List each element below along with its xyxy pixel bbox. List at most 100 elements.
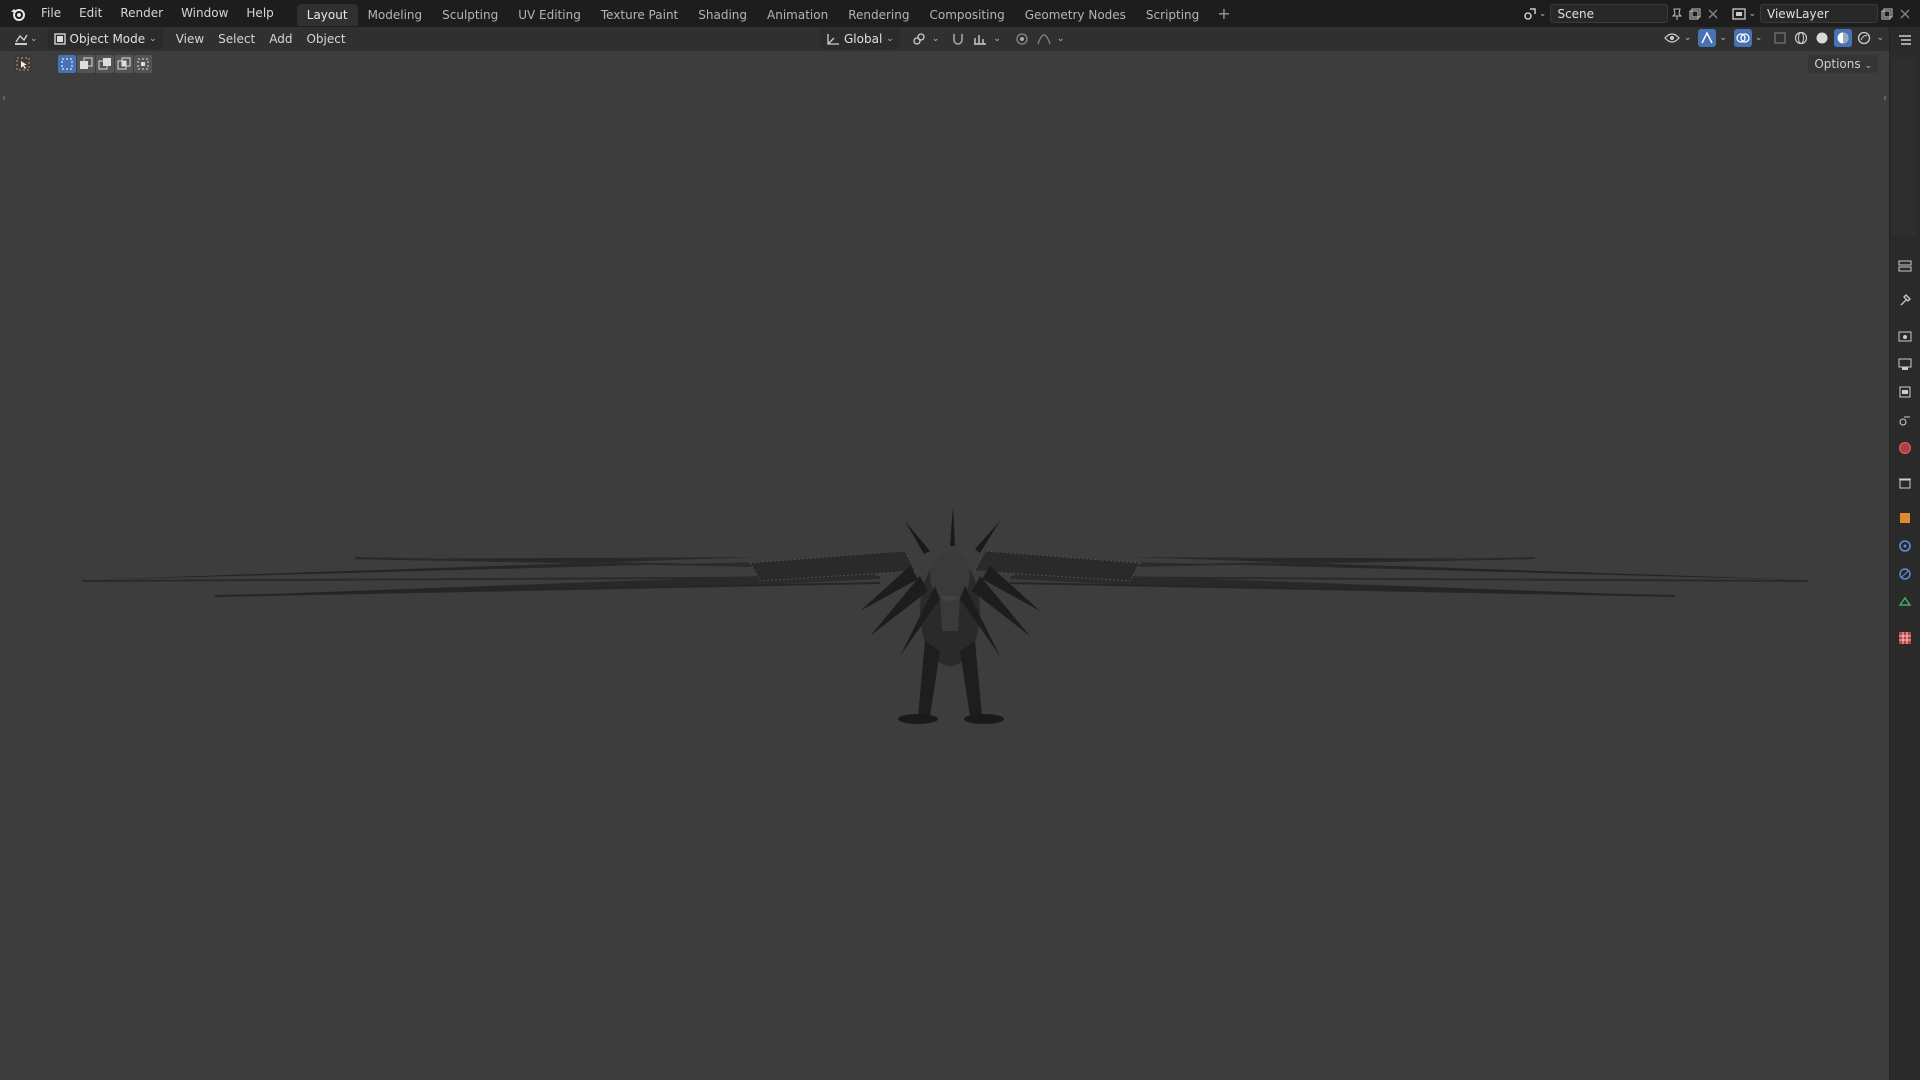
tab-texture-paint[interactable]: Texture Paint: [591, 4, 688, 26]
solid-shading-icon[interactable]: [1813, 29, 1831, 47]
snap-chevron-icon[interactable]: ⌄: [993, 34, 1001, 44]
physics-icon[interactable]: [1896, 565, 1914, 583]
view-layer-name-field[interactable]: ViewLayer: [1760, 4, 1878, 23]
overlays-toggle-icon[interactable]: [1733, 29, 1752, 47]
menu-render[interactable]: Render: [111, 0, 172, 27]
editor-type-chevron-icon[interactable]: ⌄: [30, 34, 38, 44]
rendered-shading-icon[interactable]: [1855, 29, 1873, 47]
menu-file[interactable]: File: [32, 0, 70, 27]
orientation-chevron-icon: ⌄: [886, 34, 894, 44]
gizmo-chevron-icon[interactable]: ⌄: [1719, 33, 1727, 43]
scrollbar[interactable]: [1892, 57, 1916, 237]
visibility-icon[interactable]: [1663, 29, 1681, 47]
render-icon[interactable]: [1896, 327, 1914, 345]
tab-uv-editing[interactable]: UV Editing: [508, 4, 591, 26]
options-chevron-icon: ⌄: [1864, 61, 1872, 71]
constraints-icon[interactable]: [1896, 593, 1914, 611]
orientation-dropdown[interactable]: Global ⌄: [820, 29, 900, 49]
select-mode-intersect-icon[interactable]: [134, 55, 152, 73]
view-layer-selector-icon[interactable]: [1730, 5, 1748, 23]
orientation-label: Global: [844, 32, 883, 46]
select-mode-extend-icon[interactable]: [77, 55, 95, 73]
tool-icon[interactable]: [1896, 291, 1914, 309]
collection-icon[interactable]: [1896, 474, 1914, 492]
wireframe-shading-icon[interactable]: [1792, 29, 1810, 47]
mode-chevron-icon: ⌄: [149, 34, 157, 44]
proportional-edit-icon[interactable]: [1013, 30, 1031, 48]
options-label: Options: [1814, 57, 1861, 71]
snap-icon[interactable]: [949, 30, 967, 48]
texture-icon[interactable]: [1896, 629, 1914, 647]
select-mode-new-icon[interactable]: [58, 55, 76, 73]
select-mode-subtract-icon[interactable]: [96, 55, 114, 73]
scene-selector-icon[interactable]: [1521, 5, 1539, 23]
mode-label: Object Mode: [69, 32, 146, 46]
tab-modeling[interactable]: Modeling: [358, 4, 433, 26]
new-scene-icon[interactable]: [1686, 5, 1704, 23]
scene-name: Scene: [1557, 7, 1595, 21]
gizmo-toggle-icon[interactable]: [1698, 29, 1717, 47]
overlays-chevron-icon[interactable]: ⌄: [1755, 33, 1763, 43]
menu-object[interactable]: Object: [299, 29, 352, 49]
tab-rendering[interactable]: Rendering: [838, 4, 919, 26]
3d-viewport[interactable]: [0, 51, 1890, 1080]
shading-chevron-icon[interactable]: ⌄: [1876, 33, 1884, 43]
menu-window[interactable]: Window: [172, 0, 237, 27]
outliner-editor-icon[interactable]: [1896, 31, 1914, 49]
pin-icon[interactable]: [1668, 5, 1686, 23]
viewport-header: ⌄ Object Mode ⌄ View Select Add Object G…: [0, 27, 1890, 51]
transform-controls: Global ⌄ ⌄ ⌄ ⌄: [820, 29, 1064, 49]
view-layer-name: ViewLayer: [1767, 7, 1829, 21]
menu-edit[interactable]: Edit: [70, 0, 111, 27]
falloff-chevron-icon[interactable]: ⌄: [1057, 34, 1065, 44]
menu-help[interactable]: Help: [237, 0, 282, 27]
tab-geometry-nodes[interactable]: Geometry Nodes: [1015, 4, 1136, 26]
select-mode-invert-icon[interactable]: [115, 55, 133, 73]
delete-view-layer-icon[interactable]: [1896, 5, 1914, 23]
menu-select[interactable]: Select: [211, 29, 262, 49]
visibility-chevron-icon[interactable]: ⌄: [1684, 33, 1692, 43]
menu-view[interactable]: View: [169, 29, 211, 49]
new-view-layer-icon[interactable]: [1878, 5, 1896, 23]
scene-chevron-icon[interactable]: ⌄: [1539, 9, 1547, 19]
view-controls: ⌄ ⌄ ⌄ ⌄: [1663, 29, 1884, 47]
xray-toggle-icon[interactable]: [1771, 29, 1789, 47]
properties-editor-icon[interactable]: [1896, 257, 1914, 275]
tab-shading[interactable]: Shading: [688, 4, 757, 26]
tab-layout[interactable]: Layout: [296, 4, 358, 26]
add-workspace-button[interactable]: +: [1209, 0, 1238, 27]
falloff-icon[interactable]: [1035, 30, 1053, 48]
mode-dropdown[interactable]: Object Mode ⌄: [47, 29, 163, 49]
view-layer-chevron-icon[interactable]: ⌄: [1748, 9, 1756, 19]
tool-settings-row: [0, 51, 1890, 77]
top-bar: File Edit Render Window Help Layout Mode…: [0, 0, 1920, 27]
properties-tabs: [1889, 27, 1920, 1080]
scene-icon[interactable]: [1896, 411, 1914, 429]
pivot-point-icon[interactable]: [910, 30, 928, 48]
object-icon[interactable]: [1896, 509, 1914, 527]
output-icon[interactable]: [1896, 355, 1914, 373]
menu-add[interactable]: Add: [262, 29, 299, 49]
dragon-model[interactable]: [0, 51, 1890, 1080]
tab-animation[interactable]: Animation: [757, 4, 838, 26]
view-layer-icon[interactable]: [1896, 383, 1914, 401]
editor-type-icon[interactable]: [12, 30, 30, 48]
tab-scripting[interactable]: Scripting: [1136, 4, 1209, 26]
scene-name-field[interactable]: Scene: [1550, 4, 1669, 23]
select-tool-icon[interactable]: [14, 55, 32, 73]
world-icon[interactable]: [1896, 439, 1914, 457]
modifier-icon[interactable]: [1896, 537, 1914, 555]
orientation-icon: [827, 34, 839, 45]
scene-controls: ⌄ Scene ⌄ ViewLayer: [1521, 0, 1920, 27]
object-mode-icon: [53, 33, 66, 45]
snap-target-icon[interactable]: [971, 30, 989, 48]
material-preview-shading-icon[interactable]: [1834, 29, 1853, 47]
blender-logo-icon[interactable]: [4, 0, 32, 27]
toolbar-expand-arrow-icon[interactable]: ›: [2, 93, 6, 104]
options-dropdown[interactable]: Options ⌄: [1808, 55, 1878, 73]
sidebar-expand-arrow-icon[interactable]: ‹: [1883, 93, 1887, 104]
tab-sculpting[interactable]: Sculpting: [432, 4, 508, 26]
delete-scene-icon[interactable]: [1704, 5, 1722, 23]
pivot-chevron-icon[interactable]: ⌄: [932, 34, 940, 44]
tab-compositing[interactable]: Compositing: [919, 4, 1014, 26]
